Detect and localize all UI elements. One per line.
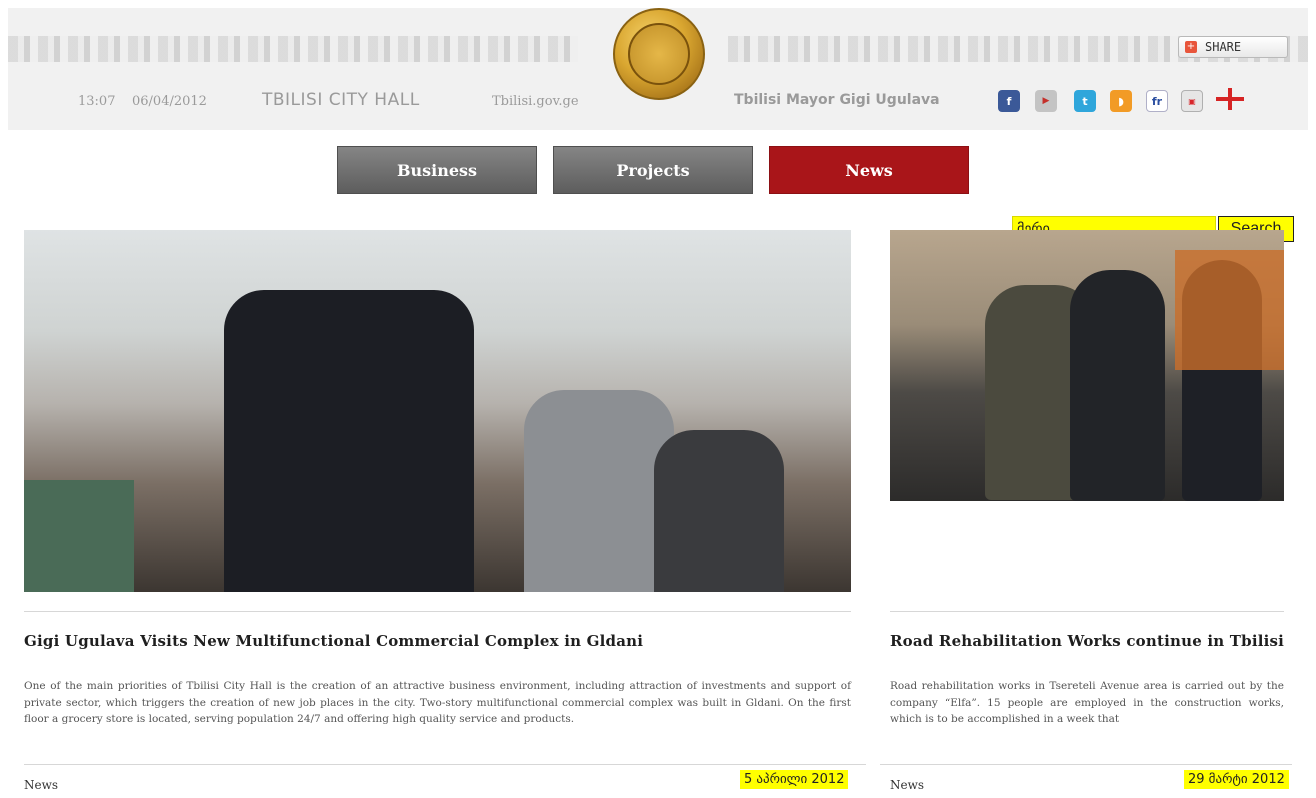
article-headline[interactable]: Gigi Ugulava Visits New Multifunctional … [24,632,643,650]
site-title[interactable]: TBILISI CITY HALL [262,90,420,110]
photo-figure [224,290,474,592]
georgian-flag-icon[interactable] [1216,88,1244,110]
site-domain[interactable]: Tbilisi.gov.ge [492,94,579,109]
photo-figure [524,390,674,592]
friendfeed-icon[interactable]: fr [1146,90,1168,112]
article-date: 29 მარტი 2012 [1184,770,1289,789]
header-date: 06/04/2012 [132,94,207,109]
header-time: 13:07 [78,94,116,109]
share-button[interactable]: + SHARE [1178,36,1288,58]
twitter-icon[interactable]: t [1074,90,1096,112]
article-photo-road-works[interactable] [890,230,1284,501]
city-emblem-logo[interactable] [613,8,705,100]
article-summary: One of the main priorities of Tbilisi Ci… [24,680,851,725]
nav-projects[interactable]: Projects [553,146,753,194]
photo-figure [1070,270,1165,501]
article-category[interactable]: News [24,778,58,792]
article-divider [24,764,866,765]
article-category[interactable]: News [890,778,924,792]
article-summary: Road rehabilitation works in Tsereteli A… [890,680,1284,725]
article-divider [890,611,1284,612]
nav-business[interactable]: Business [337,146,537,194]
article-divider [880,764,1292,765]
share-plus-icon: + [1185,41,1197,53]
photo-figure [654,430,784,592]
rss-icon[interactable]: ◗ [1110,90,1132,112]
facebook-icon[interactable]: f [998,90,1020,112]
article-date: 5 აპრილი 2012 [740,770,849,789]
header-ornament-left [8,36,578,62]
article-headline[interactable]: Road Rehabilitation Works continue in Tb… [890,632,1284,650]
youtube-icon[interactable]: ▶ [1035,90,1057,112]
nav-news[interactable]: News [769,146,969,194]
emblem-center [628,23,690,85]
article-divider [24,611,851,612]
photo-shelf [24,480,134,592]
share-label: SHARE [1205,40,1242,54]
site-header: 13:07 06/04/2012 TBILISI CITY HALL Tbili… [8,8,1308,130]
article-photo-commercial-complex[interactable] [24,230,851,592]
mayor-link[interactable]: Tbilisi Mayor Gigi Ugulava [734,92,940,108]
photo-truck [1175,250,1284,370]
myvideo-icon[interactable]: ▣ [1181,90,1203,112]
